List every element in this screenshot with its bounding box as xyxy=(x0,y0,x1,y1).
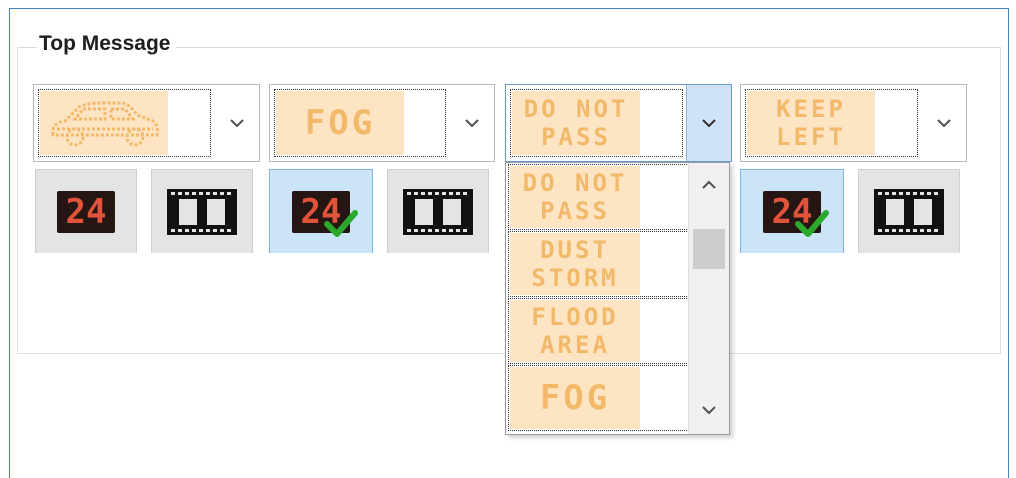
combo-value: KEEP LEFT xyxy=(745,89,918,157)
check-mark-icon xyxy=(324,209,358,237)
led-line: KEEP xyxy=(776,95,846,123)
led-sign: DO NOT PASS xyxy=(512,91,640,155)
combo-value: DO NOT PASS xyxy=(510,89,683,157)
led-line: LEFT xyxy=(776,123,846,151)
led-line: DUST xyxy=(540,236,610,264)
film-strip-icon xyxy=(874,188,944,235)
combo-arrow[interactable] xyxy=(686,85,731,161)
chevron-down-icon xyxy=(702,119,716,128)
film-button-2[interactable] xyxy=(387,169,489,253)
chevron-down-icon xyxy=(230,119,244,128)
led-line: AREA xyxy=(540,331,610,359)
car-message-combobox[interactable] xyxy=(33,84,260,162)
scroll-thumb[interactable] xyxy=(693,229,725,269)
led-sign: FOG xyxy=(276,91,404,155)
led-counter-checked-icon: 24 xyxy=(292,190,358,237)
combo-value: FOG xyxy=(274,89,446,157)
combo-arrow[interactable] xyxy=(215,85,259,161)
led-line: FOG xyxy=(304,103,376,143)
message-dropdown-list[interactable]: DO NOT PASS DUST STORM FLOOD AREA FOG xyxy=(505,162,730,435)
led-sign xyxy=(40,91,168,155)
led-line: DO NOT xyxy=(523,95,629,123)
led-line: DO NOT xyxy=(522,169,628,197)
led-line: FLOOD xyxy=(531,303,619,331)
keep-left-message-combobox[interactable]: KEEP LEFT xyxy=(740,84,967,162)
led-counter-checked-icon: 24 xyxy=(763,190,829,237)
film-strip-icon xyxy=(403,188,473,235)
counter-digits: 24 xyxy=(65,191,107,232)
do-not-pass-message-combobox[interactable]: DO NOT PASS xyxy=(505,84,732,162)
led-line: PASS xyxy=(540,197,610,225)
dropdown-scrollbar[interactable] xyxy=(688,163,729,434)
led-line: FOG xyxy=(539,378,611,418)
counter-button-1[interactable]: 24 xyxy=(35,169,137,253)
led-sign: KEEP LEFT xyxy=(747,91,875,155)
scroll-up-button[interactable] xyxy=(689,165,729,205)
led-sign: DO NOT PASS xyxy=(510,166,640,228)
led-sign: FLOOD AREA xyxy=(510,300,640,362)
combo-arrow[interactable] xyxy=(450,85,494,161)
dropdown-item-dust-storm[interactable]: DUST STORM xyxy=(508,231,691,297)
counter-button-3[interactable]: 24 xyxy=(740,169,844,253)
film-button-3[interactable] xyxy=(858,169,960,253)
led-counter-icon: 24 xyxy=(57,190,115,233)
film-strip-icon xyxy=(167,188,237,235)
led-sign: DUST STORM xyxy=(510,233,640,295)
chevron-down-icon xyxy=(702,406,716,415)
chevron-down-icon xyxy=(937,119,951,128)
combo-value xyxy=(38,89,211,157)
combo-arrow[interactable] xyxy=(922,85,966,161)
fog-message-combobox[interactable]: FOG xyxy=(269,84,495,162)
dropdown-item-do-not-pass[interactable]: DO NOT PASS xyxy=(508,164,691,230)
led-sign: FOG xyxy=(510,367,640,429)
chevron-down-icon xyxy=(465,119,479,128)
dropdown-item-flood-area[interactable]: FLOOD AREA xyxy=(508,298,691,364)
film-button-1[interactable] xyxy=(151,169,253,253)
dropdown-item-fog[interactable]: FOG xyxy=(508,365,691,431)
counter-button-2[interactable]: 24 xyxy=(269,169,373,253)
check-mark-icon xyxy=(795,209,829,237)
led-line: STORM xyxy=(531,264,619,292)
led-line: PASS xyxy=(541,123,611,151)
scroll-down-button[interactable] xyxy=(689,390,729,430)
car-outline-icon xyxy=(51,101,159,147)
group-title: Top Message xyxy=(37,32,177,56)
chevron-up-icon xyxy=(702,180,716,189)
